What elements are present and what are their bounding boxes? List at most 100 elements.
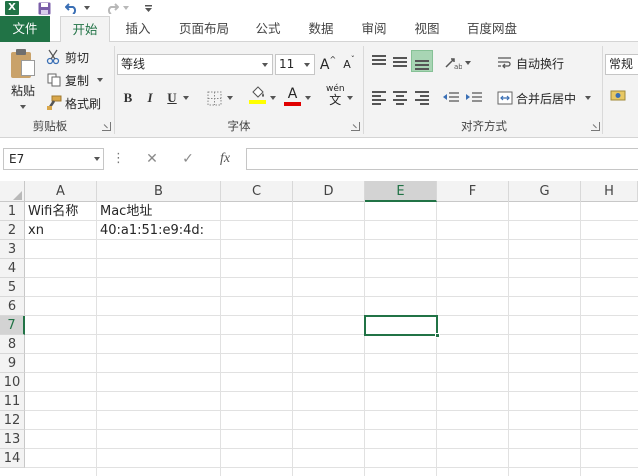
row-header-4[interactable]: 4 [0,259,25,278]
font-name-combo[interactable]: 等线 [117,54,273,75]
undo-icon[interactable] [64,0,80,16]
shrink-font-letter: A [343,58,351,71]
align-center-icon[interactable] [393,90,409,105]
formula-input[interactable] [246,148,638,170]
phonetic-dropdown[interactable] [347,88,353,108]
orientation-button[interactable]: ab [444,54,471,72]
redo-dropdown-icon[interactable] [121,0,131,16]
row-header-9[interactable]: 9 [0,354,25,373]
column-header-e[interactable]: E [365,181,437,202]
alignment-dialog-launcher-icon[interactable] [591,122,600,131]
undo-dropdown-icon[interactable] [82,0,92,16]
cancel-entry-button[interactable]: ✕ [140,148,164,170]
bottom-align-button[interactable] [411,50,433,72]
tab-baidu-netdisk[interactable]: 百度网盘 [458,16,526,42]
row-header-13[interactable]: 13 [0,430,25,449]
row-header-2[interactable]: 2 [0,221,25,240]
middle-align-icon[interactable] [393,54,409,68]
column-header-c[interactable]: C [221,181,293,202]
row-header-10[interactable]: 10 [0,373,25,392]
tab-file[interactable]: 文件 [0,16,50,42]
font-name-dropdown-icon[interactable] [258,55,272,74]
grow-font-button[interactable]: A ^ [320,54,336,75]
gridline [25,334,638,335]
row-header-3[interactable]: 3 [0,240,25,259]
column-header-g[interactable]: G [509,181,581,202]
align-right-icon[interactable] [415,90,431,105]
formula-bar-more-icon[interactable]: ⋮ [112,148,125,170]
increase-indent-button[interactable] [465,89,483,107]
shrink-font-button[interactable]: Aˇ [341,54,357,75]
column-header-a[interactable]: A [25,181,97,202]
borders-icon [207,91,222,105]
gridline [25,353,638,354]
wrap-text-label: 自动换行 [516,56,565,71]
row-header-1[interactable]: 1 [0,202,25,221]
column-header-d[interactable]: D [293,181,365,202]
tab-review[interactable]: 审阅 [351,16,397,42]
row-header-5[interactable]: 5 [0,278,25,297]
name-box[interactable]: E7 [3,148,104,170]
column-headers: ABCDEFGH [0,181,638,202]
merge-center-button[interactable]: 合并后居中 [497,89,592,107]
decrease-indent-icon [443,92,459,102]
cell-a2[interactable]: xn [25,221,44,240]
tab-formulas[interactable]: 公式 [245,16,291,42]
name-box-dropdown-icon[interactable] [94,149,100,169]
customize-toolbar-icon[interactable] [142,0,154,16]
top-align-icon[interactable] [372,54,388,68]
font-size-combo[interactable]: 11 [275,54,315,75]
font-color-dropdown[interactable] [305,88,311,108]
underline-button[interactable]: U [164,88,180,108]
align-left-icon[interactable] [372,90,388,105]
format-painter-button[interactable]: 格式刷 [46,94,101,112]
select-all-button[interactable] [0,181,25,202]
fill-color-dropdown[interactable] [270,88,276,108]
cell-b1[interactable]: Mac地址 [97,202,152,221]
row-header-12[interactable]: 12 [0,411,25,430]
gridline [25,296,638,297]
cut-button[interactable]: 剪切 [46,48,89,66]
save-icon[interactable] [36,0,52,16]
decrease-indent-button[interactable] [442,89,460,107]
redo-icon[interactable] [104,0,120,16]
paintbrush-icon [47,95,62,110]
enter-entry-button[interactable]: ✓ [176,148,200,170]
tab-insert[interactable]: 插入 [115,16,161,42]
font-color-button[interactable]: A [284,86,301,108]
phonetic-guide-button[interactable]: wén 文 [326,84,345,110]
tab-home[interactable]: 开始 [60,16,110,43]
row-header-8[interactable]: 8 [0,335,25,354]
underline-dropdown[interactable] [183,88,189,108]
italic-button[interactable]: I [142,88,158,108]
number-format-combo[interactable]: 常规 [605,54,638,75]
insert-function-button[interactable]: fx [212,148,238,170]
copy-button[interactable]: 复制 [46,71,104,89]
row-header-6[interactable]: 6 [0,297,25,316]
tab-view[interactable]: 视图 [404,16,450,42]
fill-handle[interactable] [435,333,440,338]
fill-color-button[interactable] [249,86,266,108]
font-size-value: 11 [279,57,295,71]
row-header-14[interactable]: 14 [0,449,25,468]
column-header-b[interactable]: B [97,181,221,202]
column-header-h[interactable]: H [581,181,638,202]
bold-button[interactable]: B [120,88,136,108]
font-size-dropdown-icon[interactable] [300,55,314,74]
cell-b2[interactable]: 40:a1:51:e9:4d: [97,221,204,240]
borders-button[interactable] [207,90,233,106]
active-cell-selection[interactable] [364,315,440,338]
font-dialog-launcher-icon[interactable] [351,122,360,131]
row-header-11[interactable]: 11 [0,392,25,411]
clipboard-dialog-launcher-icon[interactable] [102,122,111,131]
worksheet-grid[interactable]: ABCDEFGH 1 2 3 4 5 6 7 8 9 10 11 12 13 14 Wifi名称 Mac地址 x… [0,181,638,476]
tab-page-layout[interactable]: 页面布局 [170,16,238,42]
wrap-text-button[interactable]: 自动换行 [497,54,564,72]
paste-button[interactable]: 粘贴 [6,48,40,110]
accounting-format-button[interactable] [609,86,627,106]
tab-data[interactable]: 数据 [298,16,344,42]
cell-a1[interactable]: Wifi名称 [25,202,78,221]
column-header-f[interactable]: F [437,181,509,202]
svg-text:ab: ab [454,63,462,71]
row-header-7[interactable]: 7 [0,316,25,335]
